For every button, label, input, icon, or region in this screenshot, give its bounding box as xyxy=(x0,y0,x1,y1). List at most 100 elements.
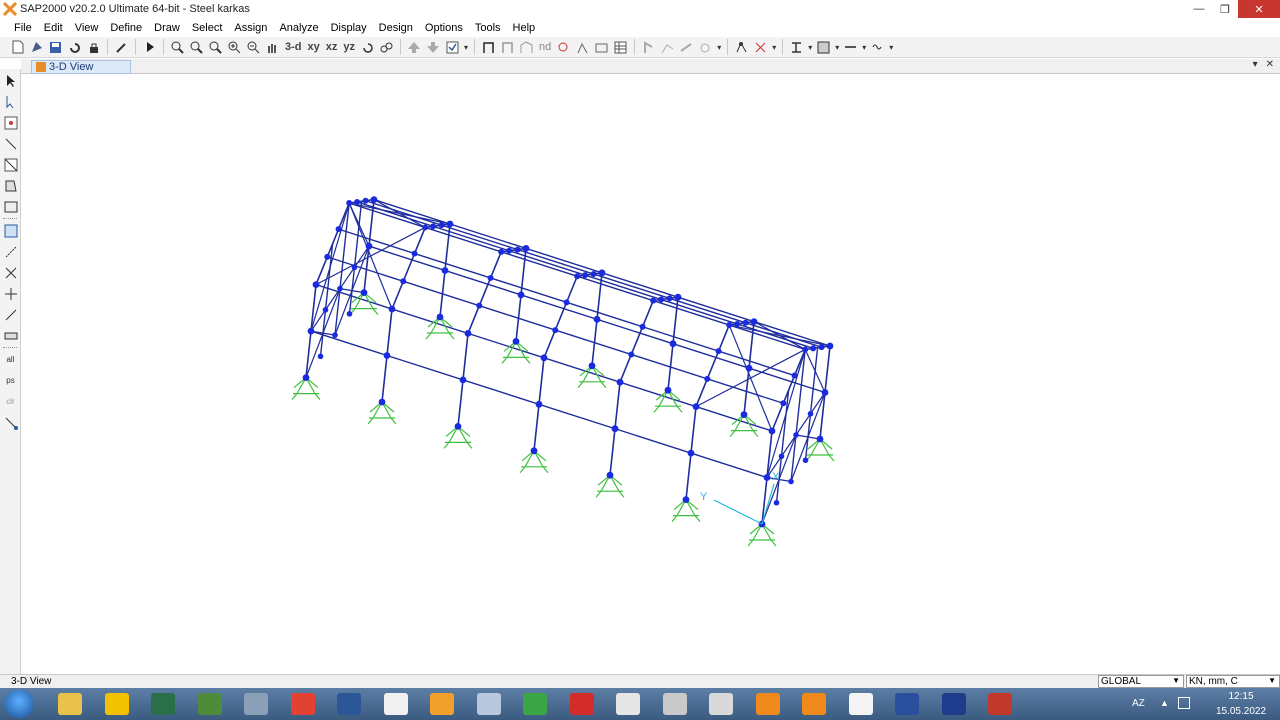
section-icon[interactable] xyxy=(787,38,806,56)
view-yz-button[interactable]: yz xyxy=(340,38,358,56)
joint[interactable] xyxy=(400,278,407,285)
view-3d-button[interactable]: 3-d xyxy=(282,38,305,56)
forces-icon[interactable] xyxy=(573,38,592,56)
joint[interactable] xyxy=(487,274,494,281)
maximize-button[interactable]: ❐ xyxy=(1212,0,1238,18)
joint[interactable] xyxy=(365,242,373,250)
draw-frame-icon[interactable] xyxy=(1,134,20,153)
joint[interactable] xyxy=(599,269,605,276)
chevron-down-icon[interactable]: ▾ xyxy=(806,38,814,56)
link-icon[interactable] xyxy=(841,38,860,56)
design-icon-3[interactable] xyxy=(677,38,696,56)
joint-restraint-icon[interactable] xyxy=(751,38,770,56)
joint[interactable] xyxy=(422,224,429,231)
menu-design[interactable]: Design xyxy=(373,22,419,34)
zoom-restore-icon[interactable] xyxy=(187,38,206,56)
paint-icon[interactable] xyxy=(701,691,741,717)
start-button[interactable] xyxy=(4,690,34,718)
perspective-icon[interactable] xyxy=(377,38,396,56)
joint[interactable] xyxy=(669,340,677,348)
joint[interactable] xyxy=(389,306,395,312)
joint[interactable] xyxy=(807,410,814,417)
joint[interactable] xyxy=(517,291,525,299)
app-icon-5[interactable] xyxy=(655,691,695,717)
down-arrow-icon[interactable] xyxy=(424,38,443,56)
frame-member[interactable] xyxy=(619,300,654,383)
joint[interactable] xyxy=(590,270,597,277)
explorer-icon[interactable] xyxy=(50,691,90,717)
joint[interactable] xyxy=(773,499,780,506)
pdf-icon[interactable] xyxy=(562,691,602,717)
menu-file[interactable]: File xyxy=(8,22,38,34)
minimize-button[interactable]: — xyxy=(1186,0,1212,18)
draw-section-cut-icon[interactable] xyxy=(1,284,20,303)
zoom-window-icon[interactable] xyxy=(168,38,187,56)
joint[interactable] xyxy=(430,223,437,230)
joint[interactable] xyxy=(611,425,619,433)
joint[interactable] xyxy=(383,352,391,359)
joint[interactable] xyxy=(715,348,722,355)
coordinate-system-select[interactable]: GLOBAL ▼ xyxy=(1098,675,1184,688)
joint[interactable] xyxy=(535,400,543,408)
joint[interactable] xyxy=(693,403,699,410)
joint[interactable] xyxy=(606,471,614,479)
menu-view[interactable]: View xyxy=(69,22,105,34)
joint[interactable] xyxy=(639,323,646,330)
joint[interactable] xyxy=(821,389,829,396)
joint[interactable] xyxy=(378,398,386,406)
structural-model-3d[interactable]: Y X xyxy=(21,74,1280,674)
joint[interactable] xyxy=(763,474,771,481)
app-icon-3[interactable] xyxy=(515,691,555,717)
joint[interactable] xyxy=(498,248,505,255)
joint[interactable] xyxy=(307,327,315,335)
joint[interactable] xyxy=(552,327,559,334)
menu-tools[interactable]: Tools xyxy=(469,22,507,34)
save-icon[interactable] xyxy=(46,38,65,56)
language-indicator[interactable]: AZ xyxy=(1132,698,1145,709)
joint[interactable] xyxy=(650,297,657,304)
browser-icon[interactable] xyxy=(422,691,462,717)
joint[interactable] xyxy=(512,338,520,345)
joint[interactable] xyxy=(441,267,449,274)
joint[interactable] xyxy=(745,364,753,372)
app-icon-4[interactable] xyxy=(608,691,648,717)
pointer-icon[interactable] xyxy=(1,71,20,90)
chevron-down-icon[interactable]: ▾ xyxy=(887,38,895,56)
joint[interactable] xyxy=(788,478,794,485)
view-xz-button[interactable]: xz xyxy=(323,38,341,56)
tab-3d-view[interactable]: 3-D View xyxy=(31,60,131,74)
tray-expand-icon[interactable]: ▲ xyxy=(1160,698,1169,708)
joint[interactable] xyxy=(346,200,353,207)
joint[interactable] xyxy=(740,411,748,418)
run-icon[interactable] xyxy=(140,38,159,56)
joint[interactable] xyxy=(658,296,665,303)
sap2000-icon-1[interactable] xyxy=(748,691,788,717)
joint[interactable] xyxy=(465,330,471,337)
joint[interactable] xyxy=(354,198,361,205)
joint[interactable] xyxy=(335,226,342,233)
joint[interactable] xyxy=(778,453,785,460)
chevron-down-icon[interactable]: ▾ xyxy=(715,38,723,56)
joint[interactable] xyxy=(506,247,513,254)
design-icon-4[interactable] xyxy=(696,38,715,56)
draw-dimension-icon[interactable] xyxy=(1,305,20,324)
joint[interactable] xyxy=(818,344,825,351)
joint[interactable] xyxy=(411,250,418,257)
joint[interactable] xyxy=(436,313,444,321)
zoom-in-icon[interactable] xyxy=(225,38,244,56)
app-icon-1[interactable] xyxy=(143,691,183,717)
joint[interactable] xyxy=(675,294,681,301)
menu-help[interactable]: Help xyxy=(507,22,542,34)
truss-icon[interactable] xyxy=(517,38,536,56)
menu-options[interactable]: Options xyxy=(419,22,469,34)
chevron-down-icon[interactable]: ▾ xyxy=(860,38,868,56)
rect-area-icon[interactable] xyxy=(1,197,20,216)
joint[interactable] xyxy=(360,289,368,296)
joint[interactable] xyxy=(726,322,733,329)
nd-button[interactable]: nd xyxy=(536,38,554,56)
document-dropdown-button[interactable]: ▾ xyxy=(1253,59,1258,74)
spring-icon[interactable] xyxy=(868,38,887,56)
menu-select[interactable]: Select xyxy=(186,22,229,34)
app-icon-6[interactable] xyxy=(887,691,927,717)
joint[interactable] xyxy=(593,315,601,323)
